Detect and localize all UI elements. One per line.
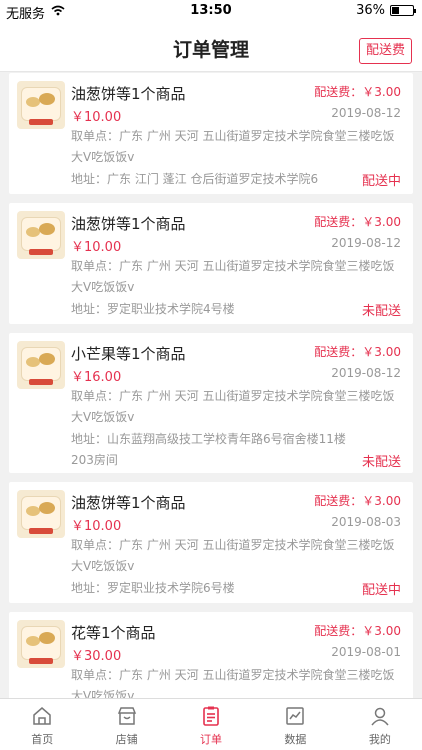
order-date: 2019-08-12 <box>331 236 401 250</box>
order-status: 未配送 <box>361 304 401 319</box>
order-status: 配送中 <box>361 583 401 598</box>
delivery-address: 地址：罗定职业技术学院6号楼 <box>71 581 235 595</box>
nav-bar: 订单管理 配送费 <box>0 22 422 72</box>
tab-home[interactable]: 首页 <box>0 699 84 750</box>
order-list[interactable]: 油葱饼等1个商品 ￥10.00 配送费：￥3.00 2019-08-12 取单点… <box>0 73 422 698</box>
pickup-location: 取单点：广东 广州 天河 五山街道罗定技术学院食堂三楼吃饭大V吃饭饭v <box>71 129 395 164</box>
order-date: 2019-08-01 <box>331 645 401 659</box>
order-title: 油葱饼等1个商品 <box>71 494 186 512</box>
product-thumbnail <box>17 211 65 259</box>
order-date: 2019-08-12 <box>331 366 401 380</box>
product-thumbnail <box>17 341 65 389</box>
tab-mine[interactable]: 我的 <box>338 699 422 750</box>
user-icon <box>369 705 391 727</box>
order-title: 油葱饼等1个商品 <box>71 85 186 103</box>
chart-icon <box>284 705 306 727</box>
tab-orders[interactable]: 订单 <box>169 699 253 750</box>
delivery-fee: 配送费：￥3.00 <box>314 85 401 99</box>
delivery-fee: 配送费：￥3.00 <box>314 494 401 508</box>
pickup-location: 取单点：广东 广州 天河 五山街道罗定技术学院食堂三楼吃饭大V吃饭饭v <box>71 668 395 698</box>
tab-label: 数据 <box>284 733 307 746</box>
delivery-address: 地址：广东 江门 蓬江 仓后街道罗定技术学院6 <box>71 172 319 186</box>
tab-label: 首页 <box>31 733 54 746</box>
delivery-address: 地址：罗定职业技术学院4号楼 <box>71 302 235 316</box>
tab-bar: 首页 店铺 订单 数据 我的 <box>0 698 422 750</box>
tab-label: 订单 <box>200 733 223 746</box>
order-card[interactable]: 油葱饼等1个商品 ￥10.00 配送费：￥3.00 2019-08-03 取单点… <box>9 482 413 603</box>
order-card[interactable]: 小芒果等1个商品 ￥16.00 配送费：￥3.00 2019-08-12 取单点… <box>9 333 413 473</box>
store-icon <box>116 705 138 727</box>
order-price: ￥16.00 <box>71 370 122 385</box>
order-card[interactable]: 油葱饼等1个商品 ￥10.00 配送费：￥3.00 2019-08-12 取单点… <box>9 73 413 194</box>
delivery-fee: 配送费：￥3.00 <box>314 215 401 229</box>
order-card[interactable]: 花等1个商品 ￥30.00 配送费：￥3.00 2019-08-01 取单点：广… <box>9 612 413 698</box>
pickup-location: 取单点：广东 广州 天河 五山街道罗定技术学院食堂三楼吃饭大V吃饭饭v <box>71 389 395 424</box>
order-title: 油葱饼等1个商品 <box>71 215 186 233</box>
order-title: 花等1个商品 <box>71 624 156 642</box>
status-bar: 无服务 13:50 36% <box>0 0 422 22</box>
order-price: ￥30.00 <box>71 649 122 664</box>
tab-label: 店铺 <box>115 733 138 746</box>
order-status: 配送中 <box>361 174 401 189</box>
delivery-address: 地址：山东蓝翔高级技工学校青年路6号宿舍楼11楼203房间 <box>71 432 346 467</box>
tab-data[interactable]: 数据 <box>253 699 337 750</box>
order-title: 小芒果等1个商品 <box>71 345 186 363</box>
order-status: 未配送 <box>361 455 401 470</box>
delivery-fee: 配送费：￥3.00 <box>314 624 401 638</box>
delivery-fee: 配送费：￥3.00 <box>314 345 401 359</box>
order-date: 2019-08-03 <box>331 515 401 529</box>
product-thumbnail <box>17 81 65 129</box>
order-icon <box>200 705 222 727</box>
delivery-fee-button[interactable]: 配送费 <box>358 38 412 64</box>
order-card[interactable]: 油葱饼等1个商品 ￥10.00 配送费：￥3.00 2019-08-12 取单点… <box>9 203 413 324</box>
product-thumbnail <box>17 490 65 538</box>
battery-percent: 36% <box>356 3 385 18</box>
order-price: ￥10.00 <box>71 110 122 125</box>
tab-store[interactable]: 店铺 <box>84 699 168 750</box>
pickup-location: 取单点：广东 广州 天河 五山街道罗定技术学院食堂三楼吃饭大V吃饭饭v <box>71 259 395 294</box>
order-price: ￥10.00 <box>71 240 122 255</box>
order-price: ￥10.00 <box>71 519 122 534</box>
product-thumbnail <box>17 620 65 668</box>
pickup-location: 取单点：广东 广州 天河 五山街道罗定技术学院食堂三楼吃饭大V吃饭饭v <box>71 538 395 573</box>
battery-fill <box>392 7 400 14</box>
order-date: 2019-08-12 <box>331 106 401 120</box>
battery-icon <box>390 5 416 16</box>
home-icon <box>31 705 53 727</box>
tab-label: 我的 <box>368 733 391 746</box>
